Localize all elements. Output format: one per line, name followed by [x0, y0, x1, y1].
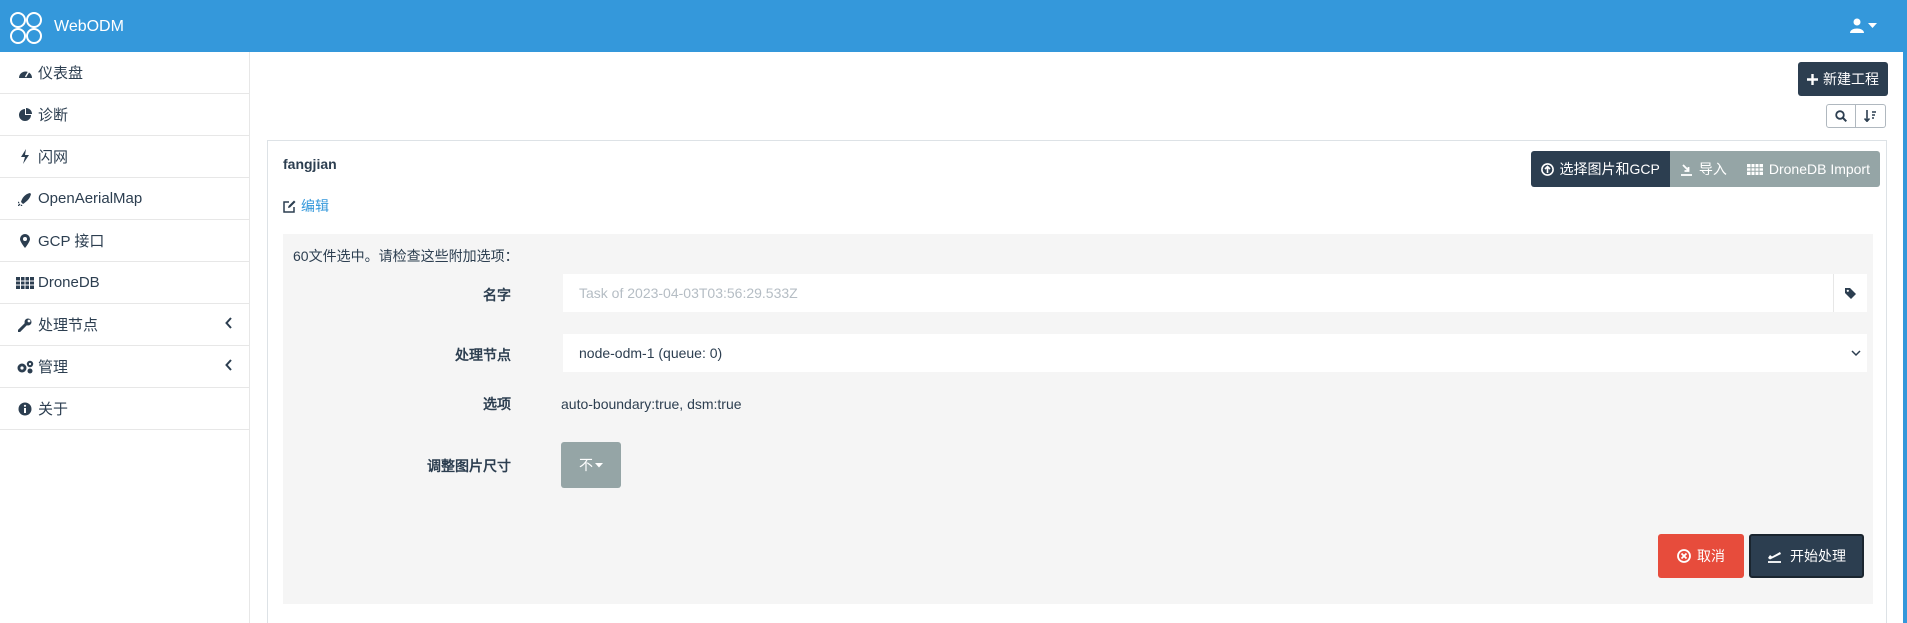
- sidebar-item-label: 处理节点: [38, 317, 99, 334]
- sort-button[interactable]: [1856, 104, 1886, 128]
- import-icon: [1680, 163, 1692, 176]
- cancel-label: 取消: [1697, 548, 1725, 564]
- rocket-icon: [16, 192, 34, 206]
- project-panel: fangjian 选择图片和GCP 导入 DroneDB Import 编辑 6…: [267, 140, 1887, 623]
- tag-button[interactable]: [1833, 274, 1867, 312]
- processing-node-label: 处理节点: [455, 347, 511, 363]
- user-menu[interactable]: [1850, 18, 1877, 33]
- dronedb-import-button[interactable]: DroneDB Import: [1736, 151, 1880, 187]
- list-tools: [1826, 104, 1886, 128]
- sidebar-item-label: GCP 接口: [38, 233, 105, 250]
- sidebar-item-dashboard[interactable]: 仪表盘: [0, 52, 249, 94]
- sidebar-item-about[interactable]: 关于: [0, 388, 249, 430]
- top-navbar: WebODM: [0, 0, 1907, 52]
- task-name-input[interactable]: [563, 274, 1833, 312]
- new-project-label: 新建工程: [1823, 71, 1879, 87]
- chevron-left-icon: [225, 317, 232, 329]
- webodm-logo-icon[interactable]: [8, 10, 44, 46]
- plane-takeoff-icon: [1768, 551, 1781, 563]
- map-marker-icon: [16, 233, 34, 248]
- sidebar-item-label: 诊断: [38, 107, 69, 124]
- plus-icon: [1807, 73, 1818, 85]
- caret-down-icon: [595, 462, 603, 467]
- pie-chart-icon: [16, 107, 34, 122]
- sidebar-item-label: OpenAerialMap: [38, 190, 143, 207]
- dashboard-icon: [16, 67, 34, 79]
- sidebar-item-openaerialmap[interactable]: OpenAerialMap: [0, 178, 249, 220]
- sidebar-item-admin[interactable]: 管理: [0, 346, 249, 388]
- sidebar-item-lightning[interactable]: 闪网: [0, 136, 249, 178]
- sidebar-item-label: 管理: [38, 359, 69, 376]
- wrench-icon: [16, 318, 34, 332]
- import-label: 导入: [1698, 161, 1727, 177]
- sidebar-item-gcp-interface[interactable]: GCP 接口: [0, 220, 249, 262]
- sidebar-item-label: DroneDB: [38, 274, 100, 291]
- resize-images-label: 调整图片尺寸: [427, 458, 511, 474]
- name-label: 名字: [483, 287, 511, 303]
- tag-icon: [1845, 287, 1856, 299]
- options-label: 选项: [483, 396, 511, 412]
- options-value[interactable]: auto-boundary:true, dsm:true: [561, 396, 742, 412]
- import-button[interactable]: 导入: [1669, 151, 1737, 187]
- resize-images-dropdown[interactable]: 不: [561, 442, 621, 488]
- bolt-icon: [16, 149, 34, 164]
- sidebar-item-label: 仪表盘: [38, 65, 84, 82]
- sidebar-item-diagnostic[interactable]: 诊断: [0, 94, 249, 136]
- project-actions: 选择图片和GCP 导入 DroneDB Import: [1530, 151, 1880, 187]
- caret-down-icon: [1868, 22, 1877, 28]
- edit-project-link[interactable]: 编辑: [283, 196, 329, 216]
- processing-node-select[interactable]: node-odm-1 (queue: 0): [563, 334, 1867, 372]
- cancel-button[interactable]: 取消: [1658, 534, 1744, 578]
- edit-label: 编辑: [301, 198, 329, 214]
- edit-icon: [283, 200, 296, 213]
- dronedb-import-label: DroneDB Import: [1768, 161, 1870, 177]
- search-button[interactable]: [1826, 104, 1856, 128]
- project-name: fangjian: [283, 156, 337, 172]
- grid-icon: [16, 276, 34, 289]
- select-images-label: 选择图片和GCP: [1559, 161, 1660, 177]
- search-icon: [1835, 110, 1847, 122]
- sidebar: 仪表盘 诊断 闪网 OpenAerialMap GCP 接口 DroneDB 处…: [0, 52, 250, 623]
- window-edge: [1903, 0, 1907, 623]
- grid-icon: [1746, 163, 1763, 175]
- chevron-left-icon: [225, 359, 232, 371]
- select-images-button[interactable]: 选择图片和GCP: [1530, 151, 1670, 187]
- cogs-icon: [16, 360, 34, 374]
- sidebar-item-dronedb[interactable]: DroneDB: [0, 262, 249, 304]
- start-processing-label: 开始处理: [1790, 548, 1846, 564]
- info-icon: [16, 402, 34, 416]
- chevron-down-icon: [1851, 350, 1861, 357]
- sidebar-item-label: 关于: [38, 401, 69, 418]
- start-processing-button[interactable]: 开始处理: [1749, 534, 1864, 578]
- main-content: 新建工程 fangjian 选择图片和GCP 导入 DroneDB Import: [251, 52, 1903, 623]
- upload-circle-icon: [1540, 162, 1554, 176]
- processing-node-value: node-odm-1 (queue: 0): [579, 345, 723, 361]
- new-task-form: 60文件选中。请检查这些附加选项： 名字 处理节点 node-odm-1 (qu…: [283, 234, 1873, 604]
- user-icon: [1850, 18, 1864, 33]
- sidebar-item-label: 闪网: [38, 149, 69, 166]
- files-selected-info: 60文件选中。请检查这些附加选项：: [293, 248, 519, 264]
- resize-images-value: 不: [579, 457, 593, 473]
- close-circle-icon: [1677, 549, 1691, 563]
- new-project-button[interactable]: 新建工程: [1798, 62, 1888, 96]
- sidebar-item-processing-nodes[interactable]: 处理节点: [0, 304, 249, 346]
- app-title[interactable]: WebODM: [54, 18, 124, 36]
- sort-icon: [1864, 110, 1876, 122]
